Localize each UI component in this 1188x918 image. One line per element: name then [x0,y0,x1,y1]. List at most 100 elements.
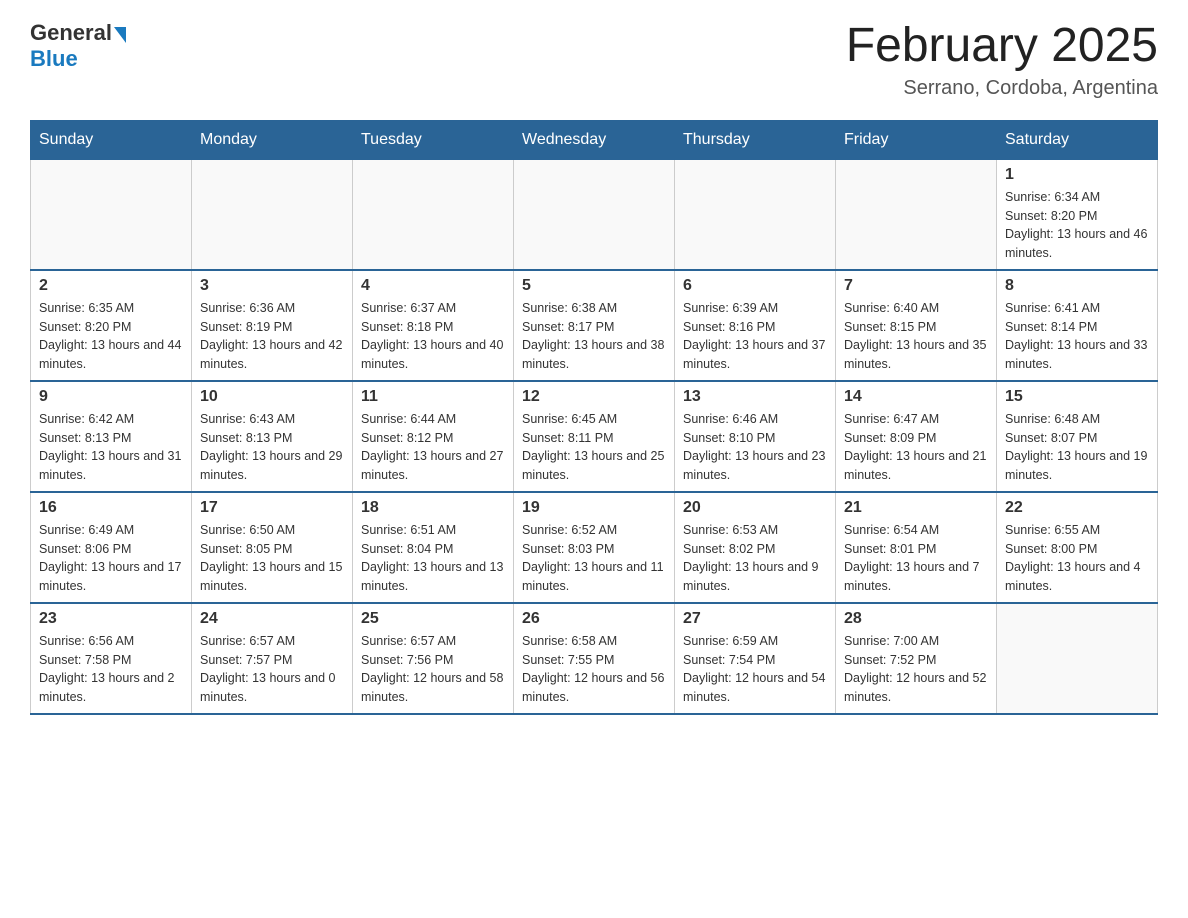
calendar-cell: 13Sunrise: 6:46 AM Sunset: 8:10 PM Dayli… [675,381,836,492]
day-info: Sunrise: 6:37 AM Sunset: 8:18 PM Dayligh… [361,299,505,374]
day-number: 12 [522,388,666,406]
page-header: General Blue February 2025 Serrano, Cord… [30,20,1158,100]
day-info: Sunrise: 6:35 AM Sunset: 8:20 PM Dayligh… [39,299,183,374]
day-number: 28 [844,610,988,628]
header-day-friday: Friday [836,120,997,159]
calendar-cell: 25 Sunrise: 6:57 AM Sunset: 7:56 PM Dayli… [353,603,514,714]
day-number: 6 [683,277,827,295]
day-number: 1 [1005,166,1149,184]
calendar-cell: 27 Sunrise: 6:59 AM Sunset: 7:54 PM Dayli… [675,603,836,714]
logo: General Blue [30,20,126,72]
calendar-cell: 6 Sunrise: 6:39 AM Sunset: 8:16 PM Daylig… [675,270,836,381]
day-number: 8 [1005,277,1149,295]
calendar-cell [997,603,1158,714]
calendar-cell: 21 Sunrise: 6:54 AM Sunset: 8:01 PM Dayli… [836,492,997,603]
day-number: 5 [522,277,666,295]
calendar-cell: 17 Sunrise: 6:50 AM Sunset: 8:05 PM Dayli… [192,492,353,603]
day-info: Sunrise: 6:55 AM Sunset: 8:00 PM Dayligh… [1005,521,1149,596]
logo-arrow-icon [114,27,126,43]
day-number: 17 [200,499,344,517]
day-number: 16 [39,499,183,517]
day-info: Sunrise: 6:57 AM Sunset: 7:56 PM Dayligh… [361,632,505,707]
logo-blue-text: Blue [30,46,126,72]
week-row-3: 16 Sunrise: 6:49 AM Sunset: 8:06 PM Dayli… [31,492,1158,603]
day-info: Sunrise: 6:41 AM Sunset: 8:14 PM Dayligh… [1005,299,1149,374]
day-number: 4 [361,277,505,295]
calendar-cell: 18 Sunrise: 6:51 AM Sunset: 8:04 PM Dayli… [353,492,514,603]
calendar-cell: 19 Sunrise: 6:52 AM Sunset: 8:03 PM Dayli… [514,492,675,603]
calendar-cell: 28 Sunrise: 7:00 AM Sunset: 7:52 PM Dayli… [836,603,997,714]
day-number: 22 [1005,499,1149,517]
day-number: 20 [683,499,827,517]
week-row-0: 1 Sunrise: 6:34 AM Sunset: 8:20 PM Daylig… [31,159,1158,270]
calendar-cell: 15 Sunrise: 6:48 AM Sunset: 8:07 PM Dayli… [997,381,1158,492]
day-info: Sunrise: 6:36 AM Sunset: 8:19 PM Dayligh… [200,299,344,374]
day-info: Sunrise: 7:00 AM Sunset: 7:52 PM Dayligh… [844,632,988,707]
day-info: Sunrise: 6:49 AM Sunset: 8:06 PM Dayligh… [39,521,183,596]
day-info: Sunrise: 6:50 AM Sunset: 8:05 PM Dayligh… [200,521,344,596]
day-number: 14 [844,388,988,406]
calendar-cell: 5 Sunrise: 6:38 AM Sunset: 8:17 PM Daylig… [514,270,675,381]
calendar-cell: 12Sunrise: 6:45 AM Sunset: 8:11 PM Dayli… [514,381,675,492]
day-info: Sunrise: 6:34 AM Sunset: 8:20 PM Dayligh… [1005,188,1149,263]
calendar-cell: 26Sunrise: 6:58 AM Sunset: 7:55 PM Dayli… [514,603,675,714]
calendar-body: 1 Sunrise: 6:34 AM Sunset: 8:20 PM Daylig… [31,159,1158,714]
day-info: Sunrise: 6:53 AM Sunset: 8:02 PM Dayligh… [683,521,827,596]
calendar-cell: 3 Sunrise: 6:36 AM Sunset: 8:19 PM Daylig… [192,270,353,381]
day-number: 9 [39,388,183,406]
header-day-monday: Monday [192,120,353,159]
day-info: Sunrise: 6:58 AM Sunset: 7:55 PM Dayligh… [522,632,666,707]
calendar-cell: 14 Sunrise: 6:47 AM Sunset: 8:09 PM Dayli… [836,381,997,492]
day-info: Sunrise: 6:56 AM Sunset: 7:58 PM Dayligh… [39,632,183,707]
day-info: Sunrise: 6:47 AM Sunset: 8:09 PM Dayligh… [844,410,988,485]
calendar-cell: 16 Sunrise: 6:49 AM Sunset: 8:06 PM Dayli… [31,492,192,603]
location-subtitle: Serrano, Cordoba, Argentina [846,77,1158,100]
calendar-cell: 4 Sunrise: 6:37 AM Sunset: 8:18 PM Daylig… [353,270,514,381]
calendar-cell: 20 Sunrise: 6:53 AM Sunset: 8:02 PM Dayli… [675,492,836,603]
day-info: Sunrise: 6:48 AM Sunset: 8:07 PM Dayligh… [1005,410,1149,485]
day-info: Sunrise: 6:38 AM Sunset: 8:17 PM Dayligh… [522,299,666,374]
day-number: 25 [361,610,505,628]
day-number: 2 [39,277,183,295]
day-info: Sunrise: 6:52 AM Sunset: 8:03 PM Dayligh… [522,521,666,596]
calendar-cell [675,159,836,270]
month-year-title: February 2025 [846,20,1158,73]
week-row-4: 23 Sunrise: 6:56 AM Sunset: 7:58 PM Dayli… [31,603,1158,714]
day-info: Sunrise: 6:59 AM Sunset: 7:54 PM Dayligh… [683,632,827,707]
day-info: Sunrise: 6:43 AM Sunset: 8:13 PM Dayligh… [200,410,344,485]
calendar-cell: 10 Sunrise: 6:43 AM Sunset: 8:13 PM Dayli… [192,381,353,492]
calendar-cell [353,159,514,270]
day-number: 21 [844,499,988,517]
calendar-cell: 2 Sunrise: 6:35 AM Sunset: 8:20 PM Daylig… [31,270,192,381]
day-info: Sunrise: 6:54 AM Sunset: 8:01 PM Dayligh… [844,521,988,596]
day-number: 19 [522,499,666,517]
day-number: 11 [361,388,505,406]
calendar-cell: 11 Sunrise: 6:44 AM Sunset: 8:12 PM Dayli… [353,381,514,492]
day-info: Sunrise: 6:40 AM Sunset: 8:15 PM Dayligh… [844,299,988,374]
logo-general-text: General [30,20,112,46]
calendar-cell: 8 Sunrise: 6:41 AM Sunset: 8:14 PM Daylig… [997,270,1158,381]
title-block: February 2025 Serrano, Cordoba, Argentin… [846,20,1158,100]
day-number: 3 [200,277,344,295]
day-info: Sunrise: 6:44 AM Sunset: 8:12 PM Dayligh… [361,410,505,485]
calendar-cell: 23 Sunrise: 6:56 AM Sunset: 7:58 PM Dayli… [31,603,192,714]
calendar-cell: 7 Sunrise: 6:40 AM Sunset: 8:15 PM Daylig… [836,270,997,381]
calendar-cell [31,159,192,270]
calendar-table: SundayMondayTuesdayWednesdayThursdayFrid… [30,120,1158,715]
day-info: Sunrise: 6:42 AM Sunset: 8:13 PM Dayligh… [39,410,183,485]
calendar-cell: 9 Sunrise: 6:42 AM Sunset: 8:13 PM Daylig… [31,381,192,492]
day-number: 7 [844,277,988,295]
day-number: 27 [683,610,827,628]
header-day-tuesday: Tuesday [353,120,514,159]
header-day-wednesday: Wednesday [514,120,675,159]
calendar-cell: 1 Sunrise: 6:34 AM Sunset: 8:20 PM Daylig… [997,159,1158,270]
day-number: 23 [39,610,183,628]
day-number: 18 [361,499,505,517]
day-number: 10 [200,388,344,406]
header-row: SundayMondayTuesdayWednesdayThursdayFrid… [31,120,1158,159]
day-number: 15 [1005,388,1149,406]
calendar-cell: 24Sunrise: 6:57 AM Sunset: 7:57 PM Dayli… [192,603,353,714]
day-info: Sunrise: 6:51 AM Sunset: 8:04 PM Dayligh… [361,521,505,596]
day-info: Sunrise: 6:39 AM Sunset: 8:16 PM Dayligh… [683,299,827,374]
day-info: Sunrise: 6:57 AM Sunset: 7:57 PM Dayligh… [200,632,344,707]
